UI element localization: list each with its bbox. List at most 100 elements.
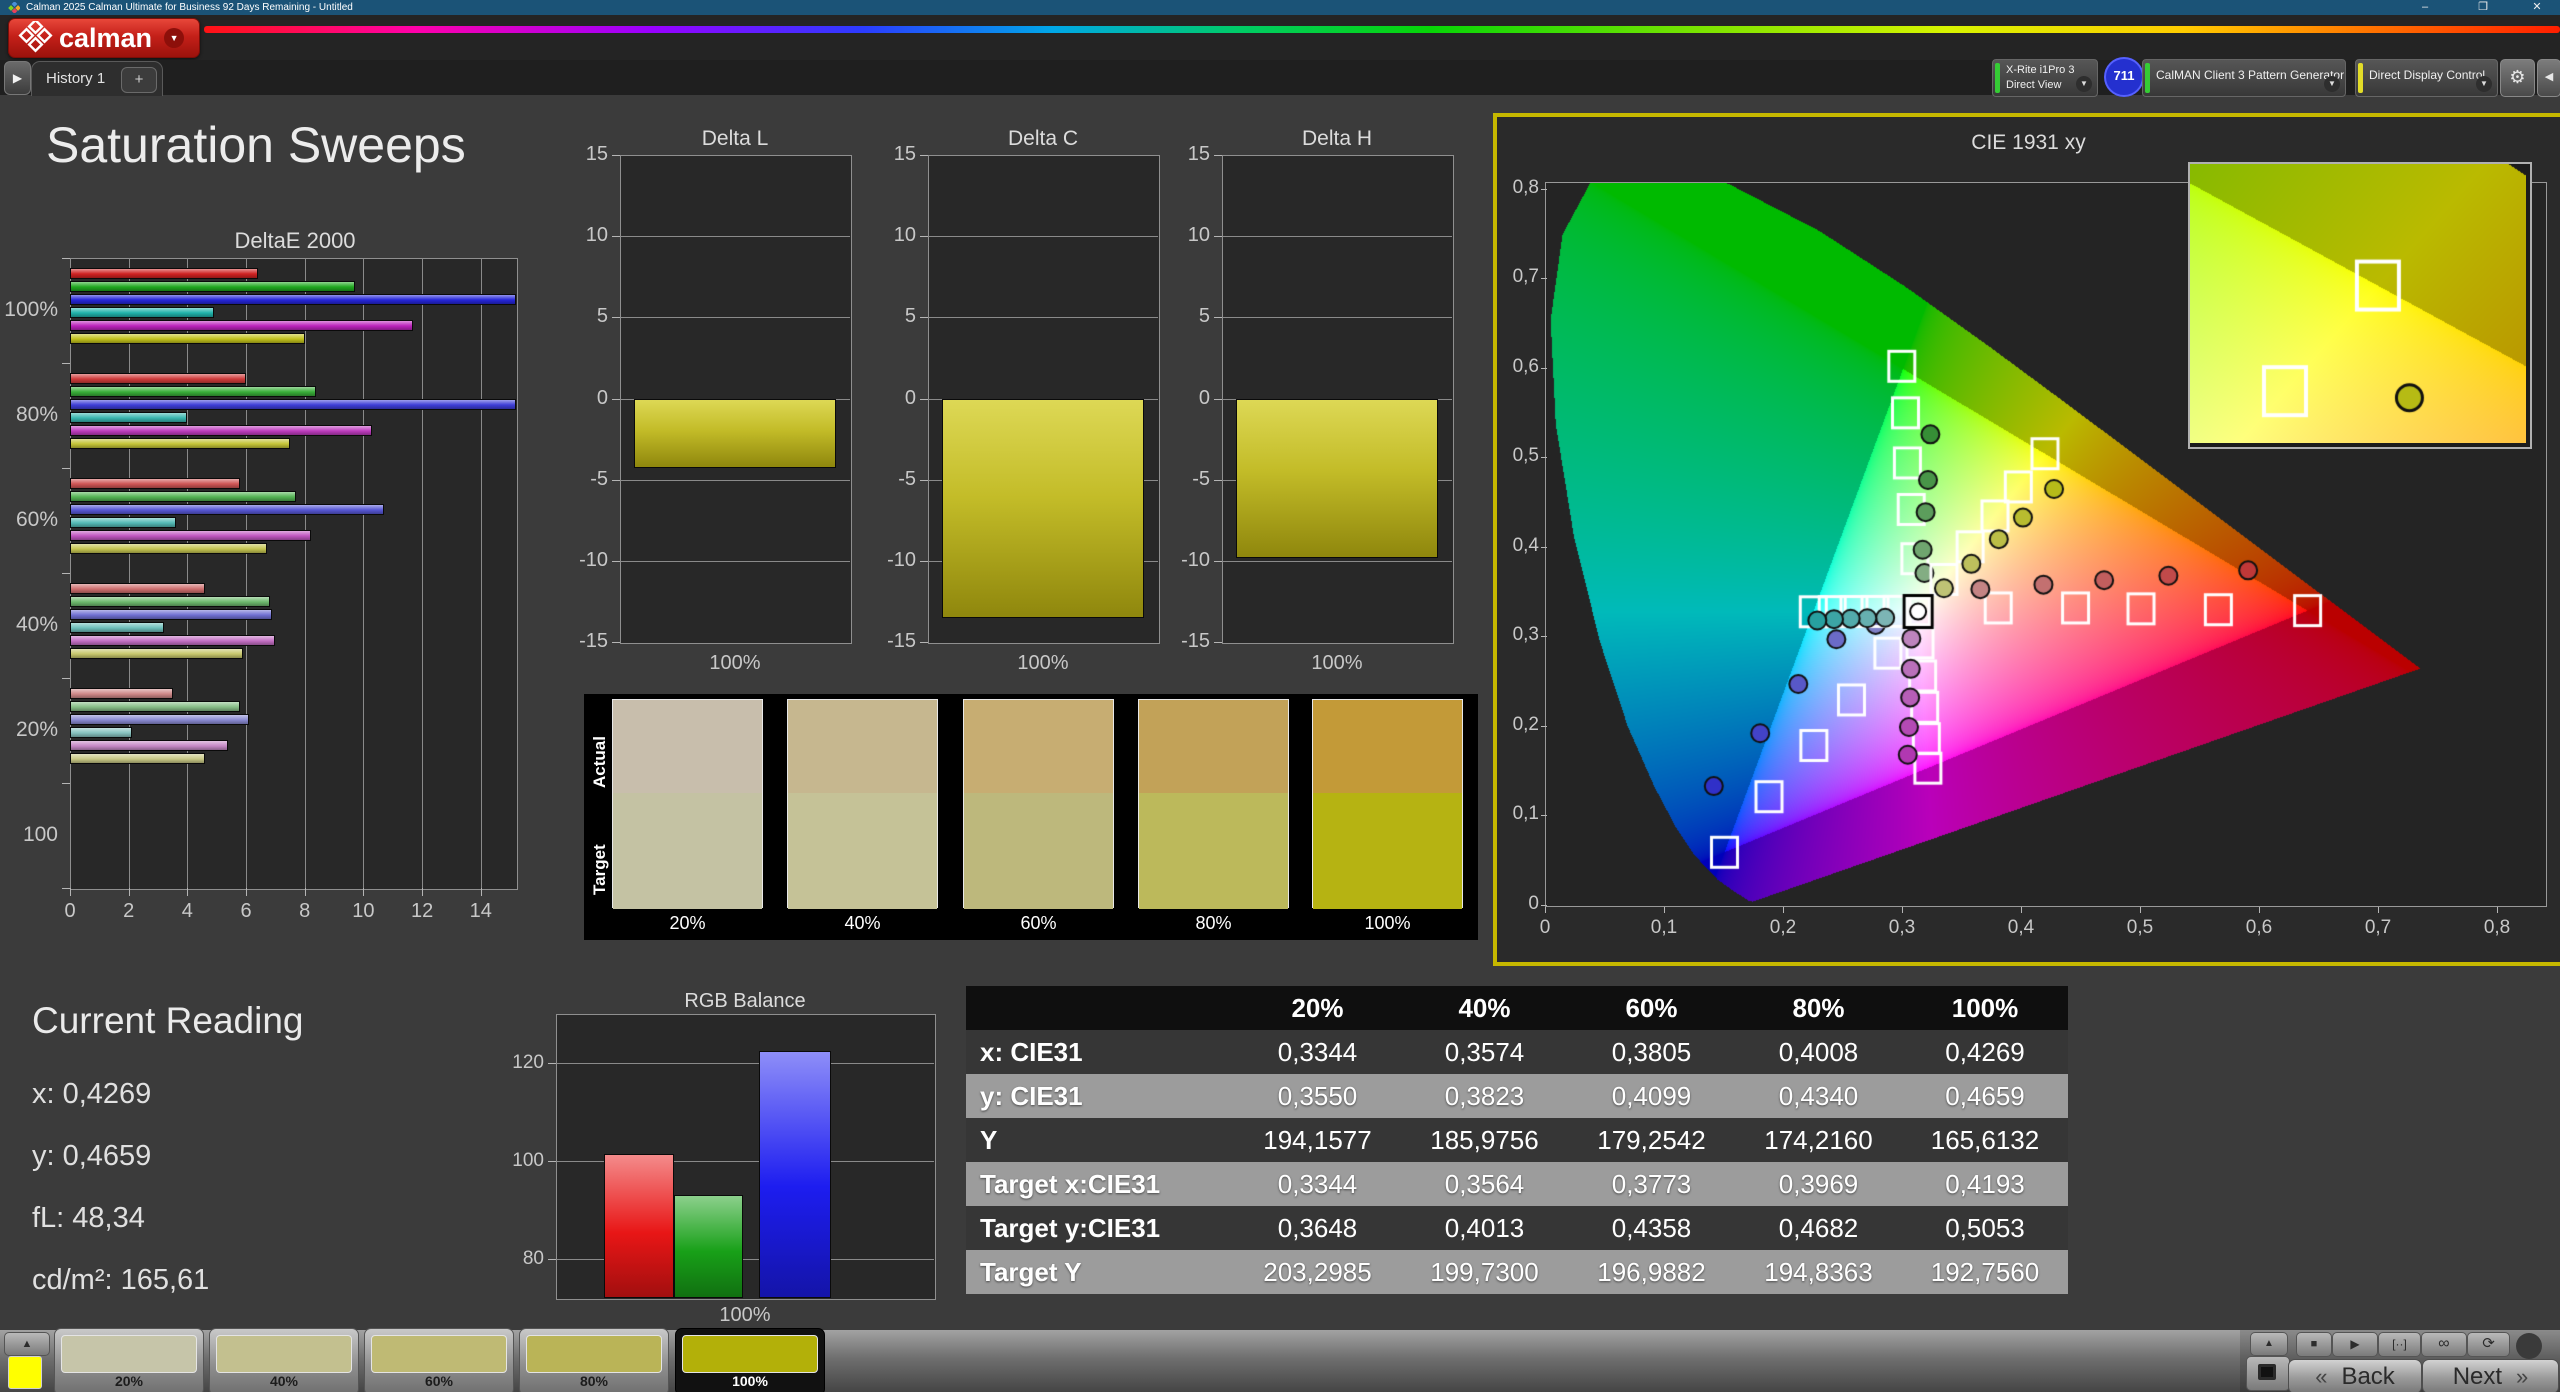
rgb-gridline: [556, 1063, 934, 1064]
cie-y-tick-label: 0,7: [1497, 266, 1539, 288]
meter-count-badge[interactable]: 711: [2104, 57, 2144, 97]
table-value-cell: 0,3344: [1234, 1030, 1401, 1074]
delta-y-tick: [612, 480, 620, 481]
tab-history-1[interactable]: History 1 +: [31, 61, 163, 96]
display-status-indicator: [2358, 63, 2363, 93]
deltae-gridline: [187, 258, 188, 888]
delta-y-tick: [612, 317, 620, 318]
table-header-row: 20%40%60%80%100%: [966, 986, 2068, 1030]
cie-y-tick: [1541, 815, 1547, 816]
back-label: Back: [2341, 1363, 2394, 1391]
stop-button[interactable]: ■: [2296, 1332, 2332, 1357]
deltae-chart-title: DeltaE 2000: [150, 228, 440, 254]
display-control-selector[interactable]: Direct Display Control ▼: [2355, 59, 2498, 97]
cie-y-tick: [1541, 368, 1547, 369]
table-value-cell: 196,9882: [1568, 1250, 1735, 1294]
deltae-bar-green: [70, 386, 316, 397]
delta-y-tick-label: 15: [562, 143, 608, 166]
deltae-group-tick: [62, 363, 70, 364]
delta-x-label: 100%: [620, 652, 850, 675]
current-reading-title: Current Reading: [32, 1000, 303, 1042]
cie-x-tick-label: 0,7: [2353, 917, 2403, 939]
delta-y-tick-label: 0: [870, 387, 916, 410]
delta-y-tick-label: 5: [562, 305, 608, 328]
cie-y-tick-label: 0,4: [1497, 535, 1539, 557]
deltae-group-tick: [62, 888, 70, 889]
restore-button[interactable]: ❐: [2468, 0, 2498, 14]
calman-menu-button[interactable]: calman ▼: [8, 18, 200, 58]
swatch-pair-80%: [1138, 699, 1289, 908]
window-titlebar: Calman 2025 Calman Ultimate for Business…: [0, 0, 2560, 15]
table-value-cell: 0,3823: [1401, 1074, 1568, 1118]
deltae-group-tick: [62, 258, 70, 259]
pattern-window-button[interactable]: [2246, 1356, 2290, 1391]
table-value-cell: 0,4358: [1568, 1206, 1735, 1250]
pattern-button-20%[interactable]: 20%: [54, 1328, 204, 1392]
cie-x-tick: [2378, 907, 2379, 913]
table-value-cell: 0,4013: [1401, 1206, 1568, 1250]
cie-x-tick-label: 0,2: [1758, 917, 1808, 939]
swatch-pair-60%: [963, 699, 1114, 908]
chevron-down-icon[interactable]: ▼: [164, 28, 184, 48]
delta-y-tick: [1214, 561, 1222, 562]
rgb-y-tick-label: 120: [500, 1052, 544, 1074]
deltae-bar-magenta: [70, 635, 275, 646]
delta-y-tick-label: -15: [1164, 630, 1210, 653]
delta-gridline: [620, 561, 850, 562]
meter-selector[interactable]: X-Rite i1Pro 3 Direct View ▼: [1992, 59, 2098, 97]
table-header-cell: 60%: [1568, 986, 1735, 1030]
active-pattern-swatch[interactable]: [8, 1356, 42, 1389]
cie-y-tick-label: 0,5: [1497, 445, 1539, 467]
interval-button[interactable]: [··]: [2378, 1332, 2421, 1357]
chevron-down-icon[interactable]: ▼: [2476, 76, 2492, 92]
play-button[interactable]: ▶: [2332, 1332, 2378, 1357]
table-value-cell: 0,3550: [1234, 1074, 1401, 1118]
tab-scroll-button[interactable]: ▶: [4, 61, 31, 95]
pattern-button-label: 20%: [55, 1373, 203, 1389]
next-button[interactable]: Next »: [2422, 1359, 2559, 1392]
cie-x-tick-label: 0,4: [1996, 917, 2046, 939]
cie-x-tick: [2021, 907, 2022, 913]
pattern-bar: ▲ 20% 40%60%80%100% ▲ ■ ▶ [··] ∞ ⟳ « Back…: [0, 1330, 2560, 1392]
delta-y-tick-label: 15: [870, 143, 916, 166]
delta-y-tick: [920, 642, 928, 643]
pattern-button-60%[interactable]: 60%: [364, 1328, 514, 1392]
collapse-panel-button[interactable]: ◀: [2537, 59, 2560, 97]
deltae-group-label: 40%: [0, 613, 58, 637]
minimize-button[interactable]: –: [2410, 0, 2440, 14]
settings-gear-button[interactable]: ⚙: [2500, 59, 2535, 97]
delta-y-tick-label: 0: [562, 387, 608, 410]
expand-transport-button[interactable]: ▲: [2250, 1332, 2288, 1356]
deltae-bar-yellow: [70, 438, 290, 449]
deltae-bar-blue: [70, 504, 384, 515]
pattern-generator-selector[interactable]: CalMAN Client 3 Pattern Generator ▼: [2142, 59, 2346, 97]
delta-y-tick-label: 5: [870, 305, 916, 328]
table-value-cell: 179,2542: [1568, 1118, 1735, 1162]
pattern-button-40%[interactable]: 40%: [209, 1328, 359, 1392]
target-swatch: [964, 793, 1113, 909]
cie-chart-title: CIE 1931 xy: [1497, 131, 2560, 155]
delta-y-tick-label: 10: [562, 224, 608, 247]
continuous-loop-button[interactable]: ∞: [2421, 1332, 2467, 1357]
deltae-bar-red: [70, 268, 258, 279]
chevron-down-icon[interactable]: ▼: [2076, 76, 2092, 92]
delta-y-tick-label: -15: [870, 630, 916, 653]
rgb-bar-red: [604, 1154, 674, 1298]
deltae-group-tick: [62, 678, 70, 679]
close-button[interactable]: ✕: [2522, 0, 2552, 14]
delta-y-tick-label: -5: [1164, 468, 1210, 491]
cie-y-tick: [1541, 636, 1547, 637]
expand-patterns-button[interactable]: ▲: [4, 1332, 50, 1356]
delta-y-tick: [920, 317, 928, 318]
rgb-y-tick: [548, 1063, 556, 1064]
swatch-label: 100%: [1312, 913, 1463, 934]
deltae-gridline: [305, 258, 306, 888]
delta-bar: [634, 399, 836, 469]
refresh-button[interactable]: ⟳: [2467, 1332, 2510, 1357]
back-button[interactable]: « Back: [2288, 1359, 2422, 1392]
pattern-button-80%[interactable]: 80%: [519, 1328, 669, 1392]
pattern-button-100%[interactable]: 100%: [675, 1328, 825, 1392]
chevron-down-icon[interactable]: ▼: [2324, 76, 2340, 92]
add-tab-button[interactable]: +: [121, 67, 157, 93]
cie-y-tick-label: 0,8: [1497, 177, 1539, 199]
